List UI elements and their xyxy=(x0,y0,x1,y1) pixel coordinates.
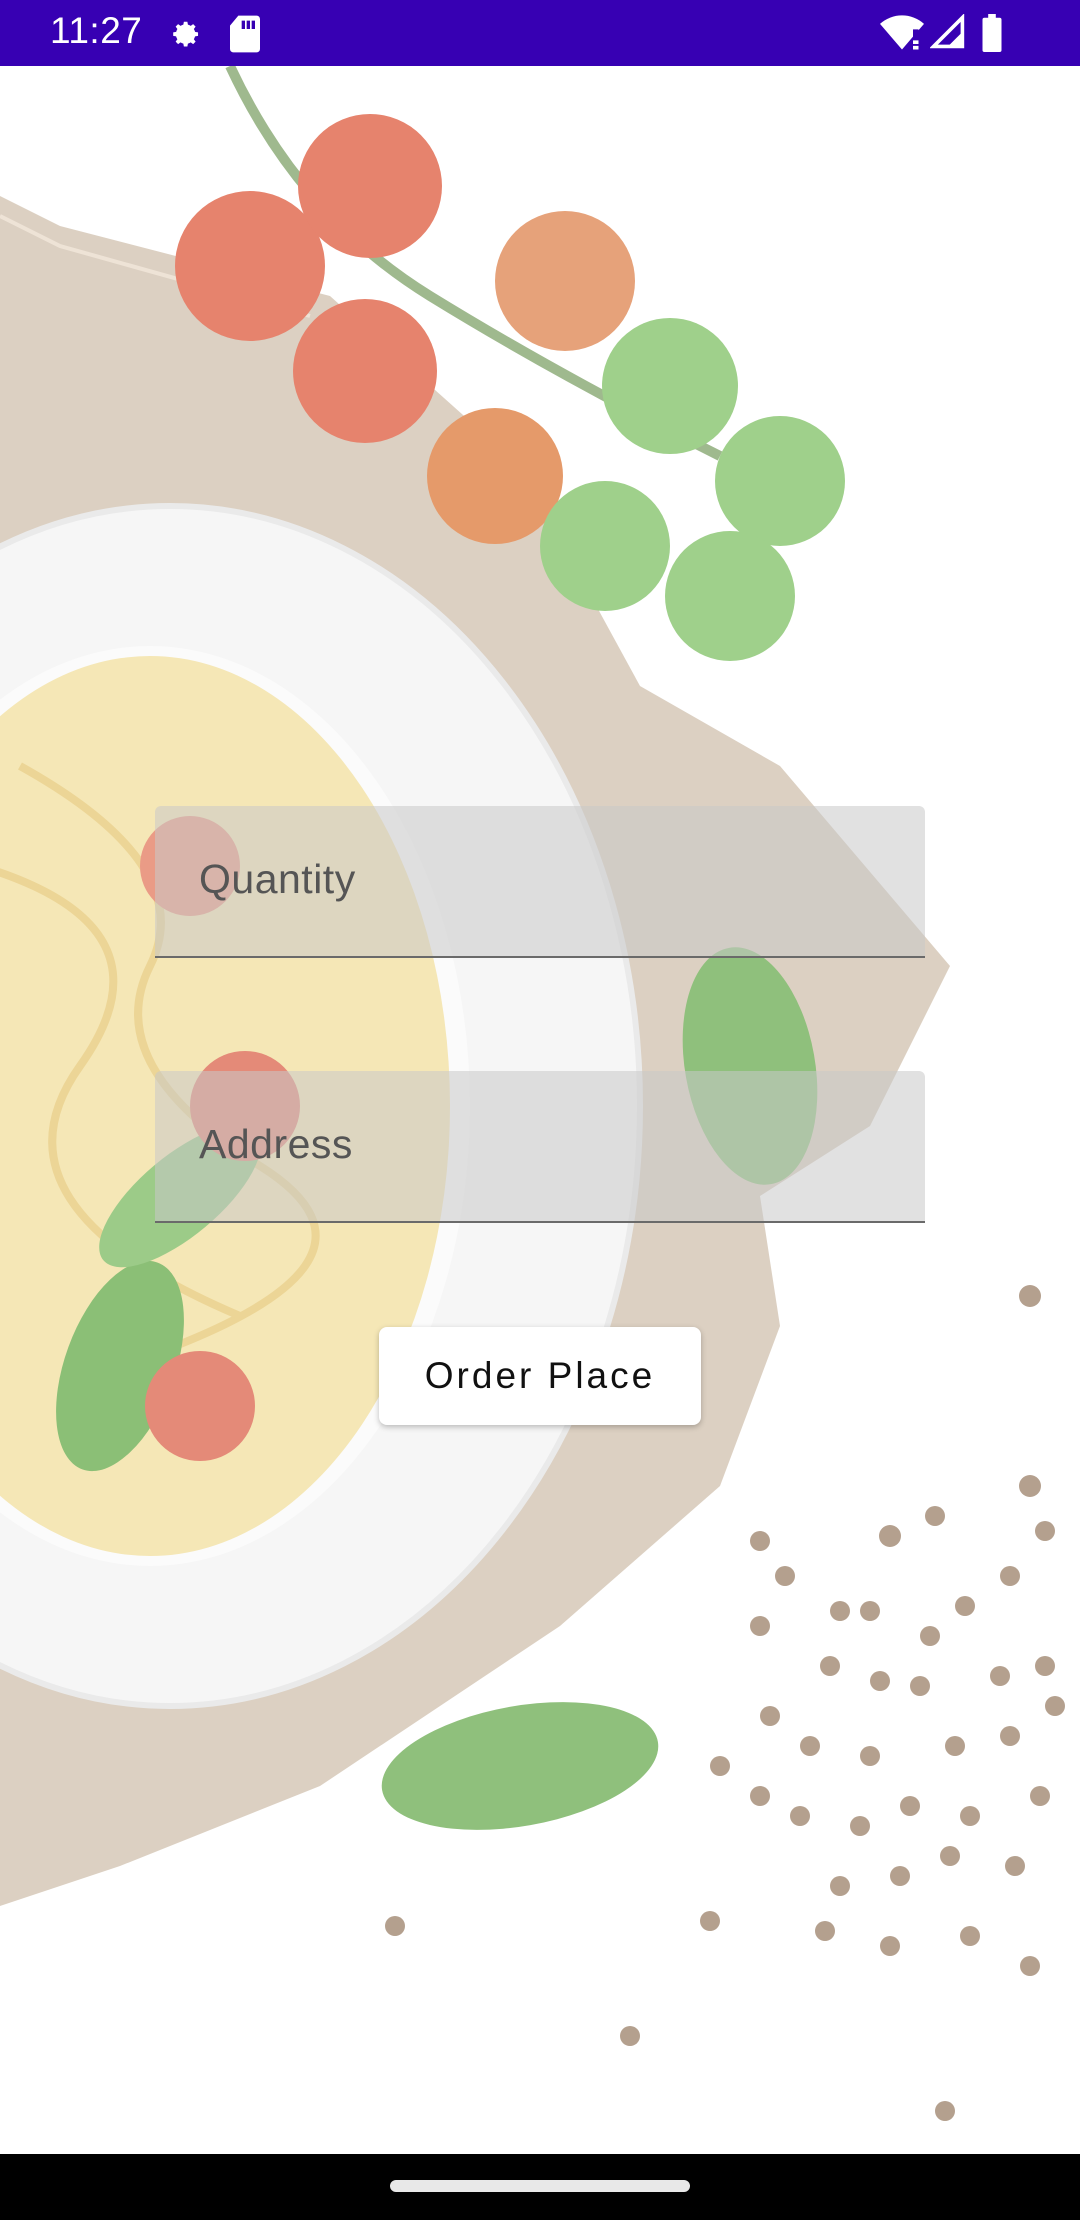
sd-card-icon xyxy=(228,14,262,59)
battery-icon xyxy=(980,14,1004,57)
quantity-placeholder: Quantity xyxy=(199,856,356,902)
status-time: 11:27 xyxy=(50,10,143,51)
settings-gear-icon xyxy=(162,14,204,61)
navigation-bar xyxy=(0,2154,1080,2220)
quantity-field[interactable]: Quantity xyxy=(155,806,925,958)
address-placeholder: Address xyxy=(199,1121,353,1167)
order-place-button[interactable]: Order Place xyxy=(379,1327,701,1425)
address-field[interactable]: Address xyxy=(155,1071,925,1223)
home-gesture-handle[interactable] xyxy=(390,2180,690,2192)
wifi-alert-icon xyxy=(880,14,924,57)
status-bar: 11:27 xyxy=(0,0,1080,66)
cherry-tomatoes xyxy=(175,191,325,341)
cell-signal-icon xyxy=(929,13,966,55)
